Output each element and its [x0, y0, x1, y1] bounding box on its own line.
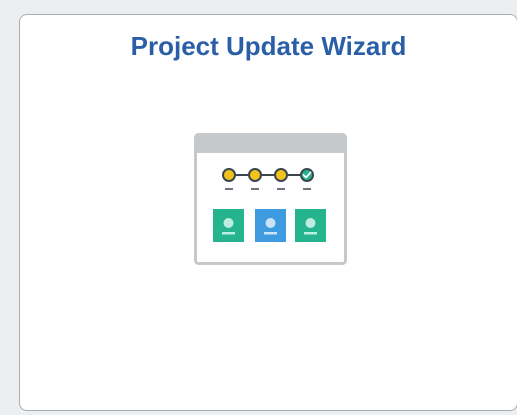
- left-panel-edge: [0, 0, 9, 415]
- project-update-wizard-tile[interactable]: Project Update Wizard: [19, 14, 517, 411]
- wizard-steps-icon: [194, 133, 347, 265]
- tile-title: Project Update Wizard: [130, 31, 407, 61]
